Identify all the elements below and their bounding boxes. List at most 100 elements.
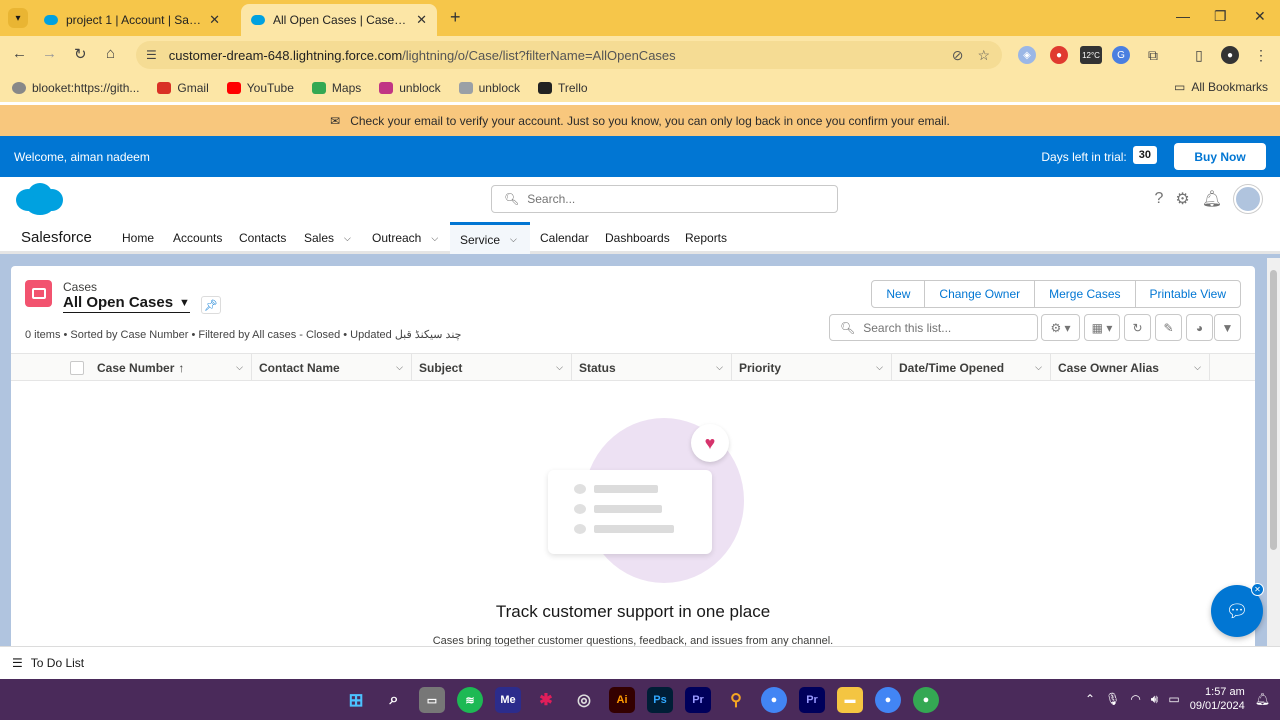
- bookmark-unblock-cloud[interactable]: unblock: [458, 81, 520, 95]
- task-view-icon[interactable]: ▭: [419, 687, 445, 713]
- eye-off-icon[interactable]: ⊘: [952, 47, 964, 64]
- caret-down-icon[interactable]: ▼: [179, 297, 190, 309]
- nav-item-dashboards[interactable]: Dashboards: [595, 222, 680, 254]
- nav-item-contacts[interactable]: Contacts: [229, 222, 296, 254]
- chevron-down-icon[interactable]: ⌵: [716, 362, 723, 373]
- close-tab-icon[interactable]: ✕: [416, 12, 427, 28]
- wifi-icon[interactable]: ◠: [1130, 692, 1140, 706]
- browser-tab-cases[interactable]: All Open Cases | Cases | Salesforce ✕: [241, 4, 437, 36]
- file-explorer-icon[interactable]: ▬: [837, 687, 863, 713]
- chevron-down-icon[interactable]: ⌵: [876, 362, 883, 373]
- chevron-down-icon[interactable]: ⌵: [1194, 362, 1201, 373]
- close-window-icon[interactable]: ✕: [1254, 8, 1266, 25]
- page-scrollbar[interactable]: [1267, 258, 1280, 646]
- chevron-up-icon[interactable]: ⌃: [1085, 692, 1095, 706]
- maximize-icon[interactable]: ❐: [1214, 8, 1227, 25]
- list-view-selector[interactable]: All Open Cases ▼: [63, 294, 190, 313]
- chevron-down-icon[interactable]: ⌵: [1035, 362, 1042, 373]
- windows-start-icon[interactable]: ⊞: [343, 687, 369, 713]
- premiere-icon[interactable]: Pr: [685, 687, 711, 713]
- nav-item-outreach[interactable]: Outreach ⌵: [362, 222, 448, 254]
- inline-edit-button[interactable]: ✎: [1155, 314, 1182, 341]
- avatar[interactable]: [1234, 185, 1262, 213]
- chevron-down-icon[interactable]: ⌵: [431, 233, 438, 244]
- nav-item-reports[interactable]: Reports: [675, 222, 737, 254]
- chrome-icon[interactable]: ●: [761, 687, 787, 713]
- slack-icon[interactable]: ✱: [533, 687, 559, 713]
- illustrator-icon[interactable]: Ai: [609, 687, 635, 713]
- buy-now-button[interactable]: Buy Now: [1174, 143, 1266, 170]
- home-icon[interactable]: ⌂: [106, 45, 115, 62]
- change-owner-button[interactable]: Change Owner: [924, 280, 1036, 308]
- microphone-icon[interactable]: 🎙︎: [1105, 692, 1120, 706]
- address-bar[interactable]: ☰ customer-dream-648.lightning.force.com…: [136, 41, 1002, 69]
- new-tab-icon[interactable]: +: [450, 7, 461, 28]
- all-bookmarks[interactable]: ▭ All Bookmarks: [1174, 80, 1268, 94]
- forward-icon[interactable]: →: [42, 45, 57, 62]
- chevron-down-icon[interactable]: ⌵: [510, 234, 517, 245]
- bookmark-maps[interactable]: Maps: [311, 81, 361, 95]
- chevron-down-icon[interactable]: ⌵: [556, 362, 563, 373]
- ublock-extension-icon[interactable]: ●: [1050, 46, 1068, 64]
- notification-bell-icon[interactable]: 🔔︎: [1255, 692, 1270, 706]
- search-app-icon[interactable]: ⚲: [723, 687, 749, 713]
- chevron-down-icon[interactable]: ⌵: [344, 233, 351, 244]
- browser-menu-icon[interactable]: ⋮: [1252, 46, 1270, 64]
- chrome-active-icon[interactable]: ●: [875, 687, 901, 713]
- premiere-alt-icon[interactable]: Pr: [799, 687, 825, 713]
- bell-icon[interactable]: 🔔︎: [1202, 189, 1222, 209]
- extensions-puzzle-icon[interactable]: ⧉: [1144, 46, 1162, 64]
- clock[interactable]: 1:57 am 09/01/2024: [1190, 685, 1245, 713]
- bookmark-blooket[interactable]: blooket:https://gith...: [12, 81, 139, 95]
- help-icon[interactable]: ?: [1154, 190, 1163, 208]
- minimize-icon[interactable]: —: [1176, 8, 1190, 24]
- photoshop-icon[interactable]: Ps: [647, 687, 673, 713]
- bookmark-youtube[interactable]: YouTube: [226, 81, 294, 95]
- browser-tab-account[interactable]: project 1 | Account | Salesforce ✕: [34, 4, 230, 36]
- chrome-profile-icon[interactable]: ●: [913, 687, 939, 713]
- media-encoder-icon[interactable]: Me: [495, 687, 521, 713]
- todo-list-button[interactable]: To Do List: [31, 656, 84, 670]
- weather-extension-icon[interactable]: 12°C: [1080, 46, 1102, 64]
- chevron-down-icon[interactable]: ⌵: [236, 362, 243, 373]
- search-icon[interactable]: ⌕: [381, 687, 407, 713]
- nav-item-service[interactable]: Service ⌵: [450, 222, 530, 254]
- obs-icon[interactable]: ◎: [571, 687, 597, 713]
- filter-button[interactable]: ▼: [1214, 314, 1241, 341]
- column-date-time-opened[interactable]: Date/Time Opened ⌵: [891, 354, 1050, 381]
- merge-cases-button[interactable]: Merge Cases: [1034, 280, 1136, 308]
- tab-search-chevron-icon[interactable]: ▾: [8, 8, 28, 28]
- profile-avatar-icon[interactable]: ●: [1221, 46, 1239, 64]
- reload-icon[interactable]: ↻: [74, 45, 87, 63]
- list-search-input[interactable]: 🔍︎ Search this list...: [829, 314, 1038, 341]
- chevron-down-icon[interactable]: ⌵: [396, 362, 403, 373]
- salesforce-logo-icon[interactable]: [14, 182, 64, 216]
- bookmark-trello[interactable]: Trello: [538, 81, 588, 95]
- shield-extension-icon[interactable]: ◈: [1018, 46, 1036, 64]
- side-panel-icon[interactable]: ▯: [1190, 46, 1208, 64]
- column-case-number[interactable]: Case Number ↑ ⌵: [90, 354, 251, 381]
- column-status[interactable]: Status ⌵: [571, 354, 731, 381]
- column-case-owner-alias[interactable]: Case Owner Alias ⌵: [1050, 354, 1210, 381]
- pin-icon[interactable]: 📌︎: [201, 296, 221, 314]
- gear-icon[interactable]: ⚙: [1175, 189, 1189, 209]
- global-search-input[interactable]: 🔍︎ Search...: [491, 185, 838, 213]
- column-subject[interactable]: Subject ⌵: [411, 354, 571, 381]
- printable-view-button[interactable]: Printable View: [1134, 280, 1241, 308]
- charts-button[interactable]: ◕: [1186, 314, 1213, 341]
- nav-item-calendar[interactable]: Calendar: [530, 222, 599, 254]
- column-contact-name[interactable]: Contact Name ⌵: [251, 354, 411, 381]
- select-all-checkbox[interactable]: [70, 361, 84, 375]
- bookmark-star-icon[interactable]: ☆: [977, 47, 990, 64]
- list-settings-button[interactable]: ⚙ ▾: [1041, 314, 1080, 341]
- bookmark-gmail[interactable]: Gmail: [157, 81, 209, 95]
- spotify-icon[interactable]: ≋: [457, 687, 483, 713]
- new-button[interactable]: New: [871, 280, 926, 308]
- refresh-button[interactable]: ↻: [1124, 314, 1151, 341]
- battery-icon[interactable]: ▭: [1168, 692, 1179, 706]
- close-tab-icon[interactable]: ✕: [209, 12, 220, 28]
- column-priority[interactable]: Priority ⌵: [731, 354, 891, 381]
- translate-extension-icon[interactable]: G: [1112, 46, 1130, 64]
- site-info-icon[interactable]: ☰: [146, 48, 157, 62]
- chat-close-icon[interactable]: ✕: [1251, 583, 1264, 596]
